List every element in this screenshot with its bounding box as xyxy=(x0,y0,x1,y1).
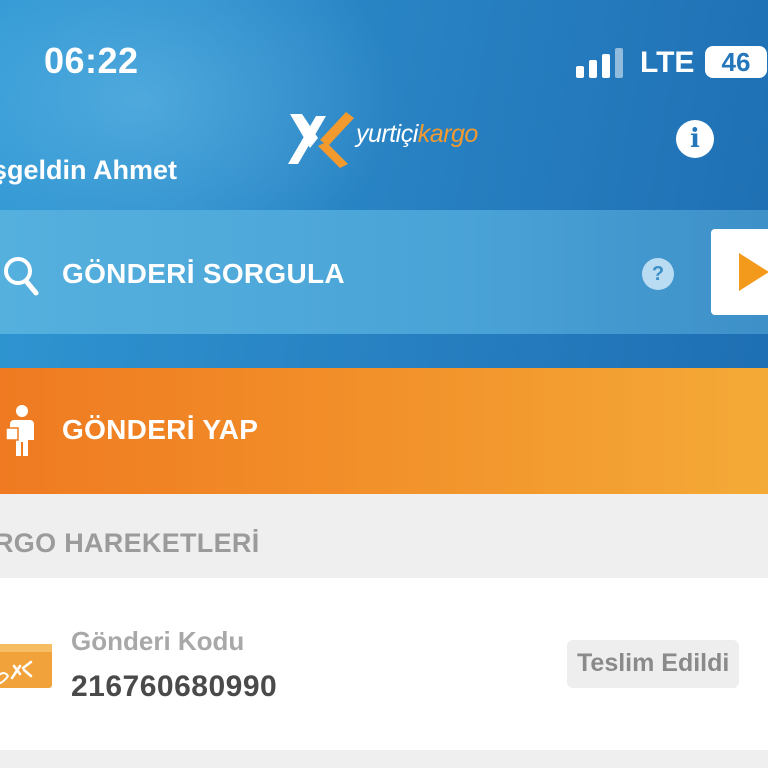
logo-word-orange: kargo xyxy=(417,120,479,148)
help-icon[interactable]: ? xyxy=(642,258,674,290)
cargo-movements-title: RGO HAREKETLERİ xyxy=(0,528,260,558)
info-icon[interactable]: i xyxy=(676,120,714,158)
yurtici-kargo-logo: yurtiçikargo xyxy=(286,108,486,172)
signal-icon xyxy=(576,48,626,78)
logo-word-white: yurtiçi xyxy=(356,120,418,148)
shipment-code-label: Gönderi Kodu xyxy=(71,626,245,656)
status-badge: Teslim Edildi xyxy=(567,640,740,688)
search-shipment-label: GÖNDERİ SORGULA xyxy=(62,258,345,289)
person-with-package-icon xyxy=(5,405,34,456)
logo-wordmark: yurtiçikargo xyxy=(356,120,478,149)
welcome-text: şgeldin Ahmet xyxy=(0,155,178,185)
create-shipment-label: GÖNDERİ YAP xyxy=(62,414,259,445)
status-time: 06:22 xyxy=(44,40,139,81)
shipment-code-value: 216760680990 xyxy=(71,670,278,703)
search-go-button[interactable] xyxy=(711,229,768,315)
package-icon xyxy=(0,644,52,688)
play-triangle-icon xyxy=(739,253,768,291)
search-icon xyxy=(4,257,39,296)
network-type: LTE xyxy=(640,46,695,79)
battery-indicator: 46 xyxy=(705,46,767,78)
logo-mark-icon xyxy=(288,112,354,168)
